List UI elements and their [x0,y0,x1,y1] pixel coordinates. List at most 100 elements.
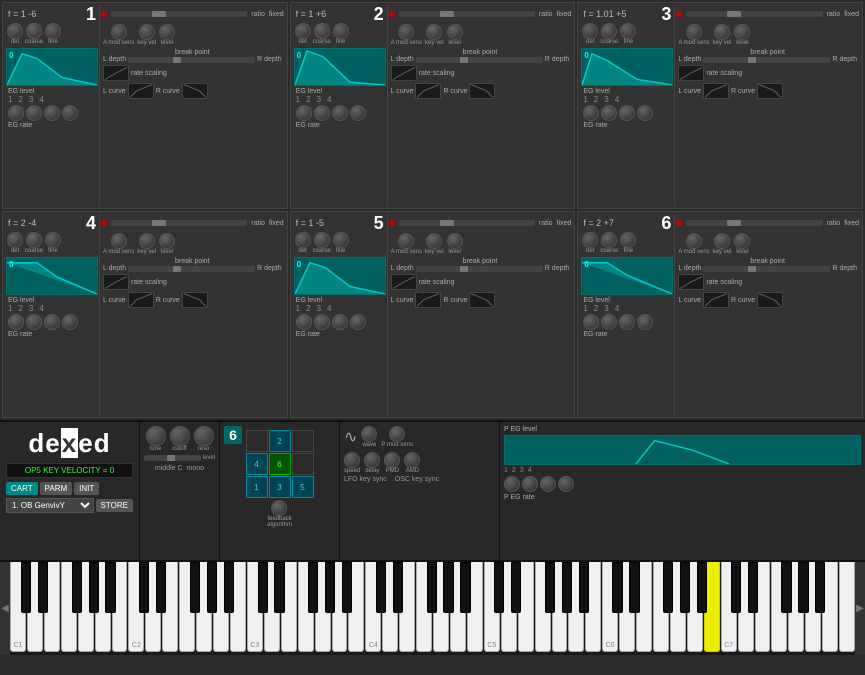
op-5-rate-knob-1[interactable] [296,314,312,330]
op-4-rate-knob-1[interactable] [8,314,24,330]
black-key-6-3[interactable] [798,562,808,613]
peg-rate-knob-2[interactable] [522,476,538,492]
black-key-6-1[interactable] [748,562,758,613]
black-key-4-1[interactable] [511,562,521,613]
cutoff-knob[interactable] [170,426,190,446]
op-1-rate-knob-3[interactable] [44,105,60,121]
op-1-rate-knob-4[interactable] [62,105,78,121]
cart-button[interactable]: CART [6,482,38,495]
op-1-bp-slider[interactable] [128,57,255,63]
black-key-4-2[interactable] [545,562,555,613]
op-2-fine-knob[interactable] [333,23,349,39]
op-5-rate-knob-2[interactable] [314,314,330,330]
op-6-rate-knob-1[interactable] [583,314,599,330]
op-3-rate-knob-3[interactable] [619,105,635,121]
amd-knob[interactable] [404,452,420,468]
black-key-2-4[interactable] [342,562,352,613]
black-key-0-0[interactable] [21,562,31,613]
op-2-rate-knob-2[interactable] [314,105,330,121]
op-4-key-vel-knob[interactable] [139,233,155,249]
op-1-ratio-slider[interactable] [111,11,247,17]
op-5-level-knob[interactable] [447,233,463,249]
algo-cell-9[interactable]: 5 [292,476,314,498]
op-1-rate-knob-2[interactable] [26,105,42,121]
black-key-0-1[interactable] [38,562,48,613]
op-6-key-vel-knob[interactable] [714,233,730,249]
black-key-0-4[interactable] [105,562,115,613]
op-5-bp-slider[interactable] [416,266,543,272]
black-key-1-1[interactable] [156,562,166,613]
black-key-1-4[interactable] [224,562,234,613]
op-1-A-mod-sens-knob[interactable] [111,24,127,40]
black-key-2-1[interactable] [274,562,284,613]
peg-rate-knob-1[interactable] [504,476,520,492]
op-3-bp-slider[interactable] [703,57,830,63]
op-2-coarse-knob[interactable] [314,23,330,39]
op-6-rate-knob-2[interactable] [601,314,617,330]
op-2-rate-knob-1[interactable] [296,105,312,121]
parm-button[interactable]: PARM [40,482,73,495]
init-button[interactable]: INIT [74,482,99,495]
op-5-coarse-knob[interactable] [314,232,330,248]
algo-cell-4[interactable]: 4 [246,453,268,475]
black-key-3-0[interactable] [376,562,386,613]
op-5-A-mod-sens-knob[interactable] [398,233,414,249]
black-key-5-1[interactable] [629,562,639,613]
black-key-0-3[interactable] [89,562,99,613]
wave-knob[interactable] [361,426,377,442]
black-key-3-3[interactable] [443,562,453,613]
black-key-5-3[interactable] [680,562,690,613]
peg-rate-knob-4[interactable] [558,476,574,492]
op-4-A-mod-sens-knob[interactable] [111,233,127,249]
op-6-bp-slider[interactable] [703,266,830,272]
op-2-det-knob[interactable] [295,23,311,39]
black-key-4-4[interactable] [579,562,589,613]
black-key-4-3[interactable] [562,562,572,613]
pmd-knob[interactable] [384,452,400,468]
white-key-C8[interactable] [839,562,855,652]
op-6-A-mod-sens-knob[interactable] [686,233,702,249]
black-key-3-2[interactable] [427,562,437,613]
black-key-3-4[interactable] [460,562,470,613]
op-6-level-knob[interactable] [734,233,750,249]
op-1-det-knob[interactable] [7,23,23,39]
op-3-det-knob[interactable] [582,23,598,39]
black-key-1-2[interactable] [190,562,200,613]
op-3-fine-knob[interactable] [620,23,636,39]
p-mod-sens-knob[interactable] [389,426,405,442]
keyboard-nav-left[interactable]: ◀ [0,562,10,655]
black-key-2-2[interactable] [308,562,318,613]
preset-dropdown[interactable]: 1. OB GenvivY [6,498,94,513]
reso-knob[interactable] [194,426,214,446]
black-key-3-1[interactable] [393,562,403,613]
keyboard-nav-right[interactable]: ▶ [855,562,865,655]
black-key-0-2[interactable] [72,562,82,613]
black-key-2-0[interactable] [258,562,268,613]
op-3-rate-knob-2[interactable] [601,105,617,121]
algo-cell-2[interactable]: 2 [269,430,291,452]
op-3-ratio-slider[interactable] [686,11,822,17]
op-4-det-knob[interactable] [7,232,23,248]
op-4-bp-slider[interactable] [128,266,255,272]
op-6-rate-knob-3[interactable] [619,314,635,330]
op-2-level-knob[interactable] [447,24,463,40]
store-button[interactable]: STORE [96,499,133,512]
op-6-coarse-knob[interactable] [601,232,617,248]
op-5-rate-knob-4[interactable] [350,314,366,330]
op-4-rate-knob-2[interactable] [26,314,42,330]
op-3-level-knob[interactable] [734,24,750,40]
black-key-4-0[interactable] [494,562,504,613]
delay-knob[interactable] [364,452,380,468]
black-key-6-2[interactable] [781,562,791,613]
op-6-rate-knob-4[interactable] [637,314,653,330]
op-5-ratio-slider[interactable] [399,220,535,226]
op-2-rate-knob-4[interactable] [350,105,366,121]
op-2-bp-slider[interactable] [416,57,543,63]
op-5-rate-knob-3[interactable] [332,314,348,330]
op-5-det-knob[interactable] [295,232,311,248]
op-6-det-knob[interactable] [582,232,598,248]
algo-cell-1[interactable] [246,430,268,452]
op-2-key-vel-knob[interactable] [426,24,442,40]
algo-cell-5[interactable]: 6 [269,453,291,475]
op-6-ratio-slider[interactable] [686,220,822,226]
